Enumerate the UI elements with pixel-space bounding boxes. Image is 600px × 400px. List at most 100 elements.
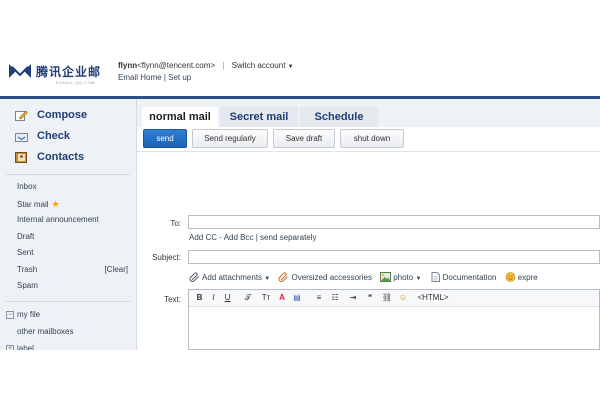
bold-button[interactable]: B (195, 292, 204, 304)
logo-subtext: EXMAIL.QQ.COM (56, 80, 95, 85)
folder-label: Internal announcement (17, 215, 99, 224)
save-draft-button[interactable]: Save draft (273, 129, 335, 148)
contacts-label: Contacts (37, 151, 85, 163)
cc-dash: - (219, 233, 222, 242)
font-size-button[interactable]: Tт (259, 292, 273, 304)
sidebar: Compose Check Contacts Inbox Star mail★ (0, 99, 137, 350)
header-links: Email Home | Set up (118, 73, 191, 82)
caret-down-icon[interactable]: ▼ (264, 276, 270, 282)
caret-down-icon: ▼ (287, 64, 294, 70)
user-info: flynn<flynn@tencent.com> | Switch accoun… (118, 61, 294, 70)
check-button[interactable]: Check (0, 126, 136, 147)
subject-label: Subject: (152, 253, 181, 262)
add-cc-link[interactable]: Add CC (189, 233, 217, 242)
cc-links: Add CC - Add Bcc | send separately (189, 233, 317, 242)
sidebar-divider (6, 174, 130, 175)
top-header: 腾讯企业邮 EXMAIL.QQ.COM flynn<flynn@tencent.… (0, 50, 600, 99)
star-icon: ★ (51, 198, 60, 209)
links-separator: | (163, 73, 166, 82)
compose-label: Compose (37, 109, 88, 121)
clear-trash-link[interactable]: [Clear] (104, 262, 128, 279)
message-editor[interactable]: B I U 𝒯 Tт A ▤ ≡ ☷ ⇥ ❝ ⛓ ☺ <HTML> (188, 289, 600, 350)
italic-button[interactable]: I (209, 292, 218, 304)
folder-star-mail[interactable]: Star mail ★ (0, 196, 136, 213)
indent-button[interactable]: ⇥ (347, 292, 359, 304)
switch-account-label: Switch account (231, 61, 286, 70)
group-label[interactable]: + label (0, 340, 136, 351)
expression-button[interactable]: expre (505, 272, 538, 282)
group-label-text: label (17, 343, 34, 351)
documentation-button[interactable]: Documentation (430, 272, 496, 282)
switch-account-link[interactable]: Switch account ▼ (232, 61, 294, 70)
expression-label: expre (517, 273, 538, 282)
underline-button[interactable]: U (223, 292, 232, 304)
font-family-button[interactable]: 𝒯 (241, 292, 255, 304)
folder-label: Spam (17, 281, 38, 290)
html-mode-button[interactable]: <HTML> (415, 292, 451, 304)
to-field[interactable] (188, 215, 600, 229)
oversized-accessories-button[interactable]: Oversized accessories (278, 272, 372, 282)
shut-down-button[interactable]: shut down (340, 129, 404, 148)
add-attachments-label: Add attachments (202, 273, 263, 282)
tab-secret-mail[interactable]: Secret mail (220, 107, 298, 127)
folder-draft[interactable]: Draft (0, 229, 136, 246)
oversized-attachment-icon (279, 272, 289, 282)
to-label: To: (170, 219, 181, 228)
cc-separator: | (255, 233, 258, 242)
folder-inbox[interactable]: Inbox (0, 179, 136, 196)
editor-toolbar: B I U 𝒯 Tт A ▤ ≡ ☷ ⇥ ❝ ⛓ ☺ <HTML> (189, 290, 599, 307)
tab-bar: normal mail Secret mail Schedule (137, 99, 600, 127)
email-home-link[interactable]: Email Home (118, 73, 162, 82)
font-color-button[interactable]: A (277, 292, 287, 304)
add-attachments-button[interactable]: Add attachments ▼ (189, 272, 270, 282)
logo: 腾讯企业邮 EXMAIL.QQ.COM (8, 60, 110, 88)
user-name: flynn (118, 61, 138, 70)
folder-label: Draft (17, 231, 35, 241)
text-label: Text: (164, 295, 181, 304)
compose-button[interactable]: Compose (0, 105, 136, 126)
photo-button[interactable]: photo ▼ (380, 272, 421, 282)
caret-down-icon[interactable]: ▼ (415, 276, 421, 282)
photo-label: photo (393, 273, 414, 282)
collapse-icon[interactable]: − (6, 310, 14, 319)
sidebar-divider (6, 300, 130, 302)
subject-field[interactable] (188, 250, 600, 264)
set-up-link[interactable]: Set up (168, 73, 191, 82)
attachment-bar: Add attachments ▼ Oversized accessories … (189, 272, 544, 286)
expand-icon[interactable]: + (6, 344, 14, 350)
tab-schedule[interactable]: Schedule (300, 107, 378, 127)
folder-label: Inbox (17, 182, 37, 191)
inbox-check-icon (15, 133, 28, 142)
separator: | (222, 61, 225, 70)
tab-normal-mail[interactable]: normal mail (142, 107, 218, 127)
oversized-label: Oversized accessories (291, 273, 372, 282)
folder-trash[interactable]: Trash [Clear] (0, 262, 136, 279)
folder-label: Star mail (17, 199, 49, 209)
link-button[interactable]: ⛓ (381, 292, 393, 304)
compose-icon (15, 110, 28, 121)
send-button[interactable]: send (143, 129, 187, 148)
compose-panel: normal mail Secret mail Schedule send Se… (137, 99, 600, 350)
add-bcc-link[interactable]: Add Bcc (224, 233, 254, 242)
highlight-button[interactable]: ▤ (291, 292, 303, 304)
group-label: my file (17, 309, 41, 319)
group-my-file[interactable]: − my file (0, 306, 136, 323)
list-button[interactable]: ☷ (329, 292, 341, 304)
logo-mark-icon (9, 64, 31, 78)
check-label: Check (37, 130, 71, 142)
quote-button[interactable]: ❝ (365, 292, 375, 304)
contacts-button[interactable]: Contacts (0, 147, 136, 168)
compose-toolbar: send Send regularly Save draft shut down (137, 127, 600, 152)
align-button[interactable]: ≡ (313, 292, 325, 304)
folder-spam[interactable]: Spam (0, 278, 136, 295)
paperclip-icon (189, 272, 199, 282)
emoticon-button[interactable]: ☺ (397, 292, 409, 304)
document-icon (431, 272, 440, 282)
send-regularly-button[interactable]: Send regularly (192, 129, 268, 148)
folder-sent[interactable]: Sent (0, 245, 136, 262)
group-label: other mailboxes (17, 326, 74, 336)
group-other-mailboxes[interactable]: other mailboxes (0, 323, 136, 340)
folder-internal-announcement[interactable]: Internal announcement (0, 212, 136, 229)
send-separately-link[interactable]: send separately (260, 233, 316, 242)
mail-window: 腾讯企业邮 EXMAIL.QQ.COM flynn<flynn@tencent.… (0, 50, 600, 350)
